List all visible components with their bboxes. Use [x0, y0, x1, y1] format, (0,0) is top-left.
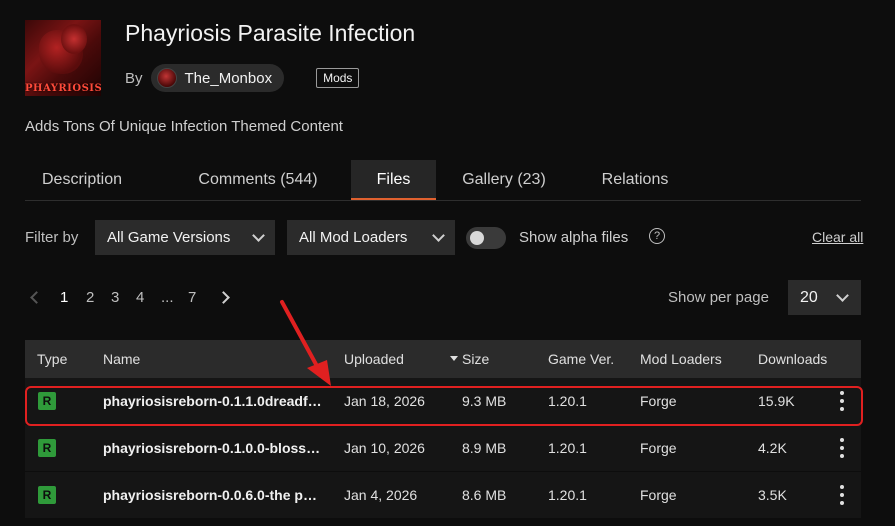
annotation-arrow-icon: [280, 300, 331, 386]
